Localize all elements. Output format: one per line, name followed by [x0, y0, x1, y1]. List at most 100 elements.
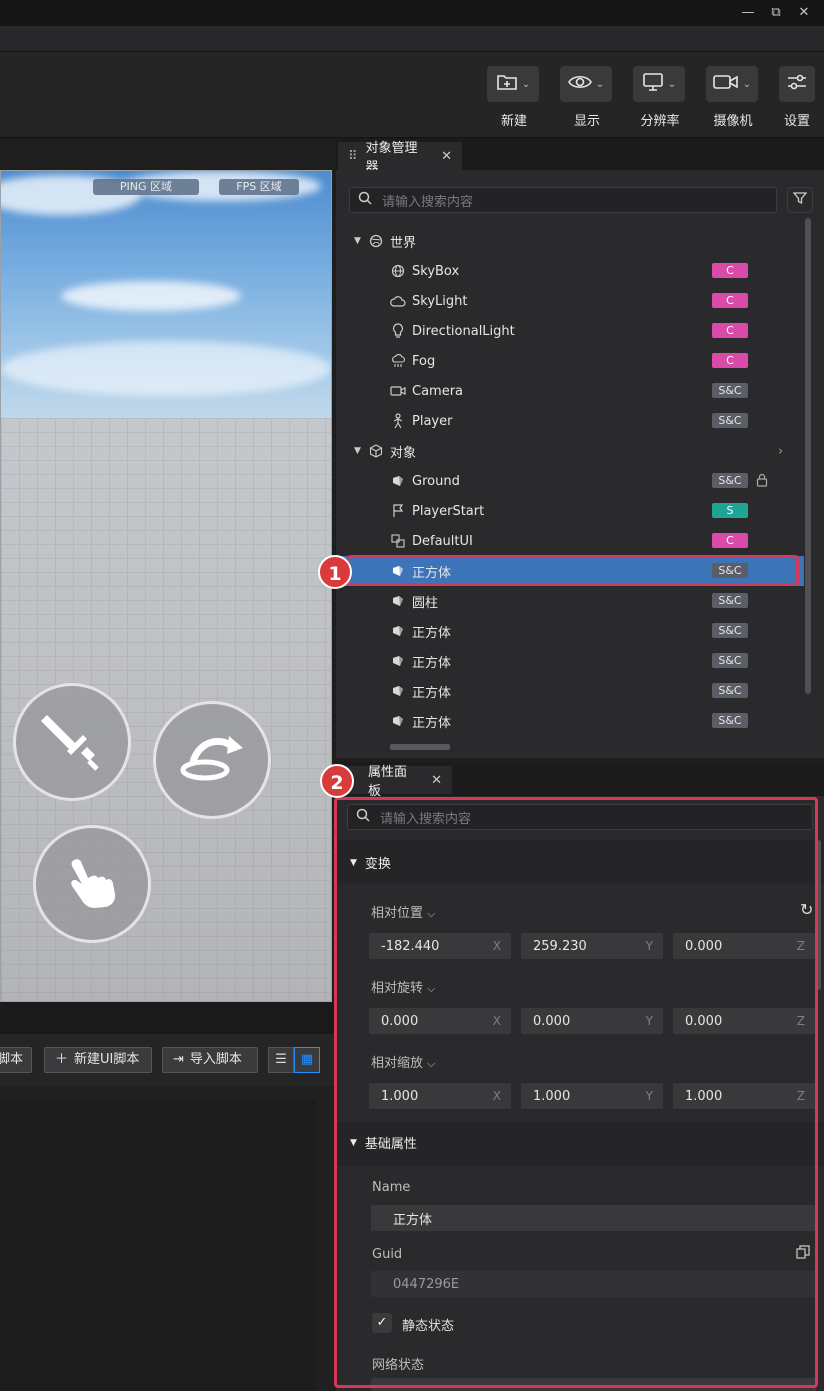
new-button[interactable]: ⌄ 新建 [487, 66, 541, 129]
tree-item-cube[interactable]: 正方体 S&C [336, 706, 804, 736]
tree-item-directionallight[interactable]: DirectionalLight C [336, 316, 804, 346]
item-label: 正方体 [412, 655, 452, 671]
camera-label: 摄像机 [713, 114, 753, 129]
tab-title: 属性面板 [368, 765, 408, 799]
item-label: 正方体 [412, 685, 452, 701]
tree-item-cube[interactable]: 正方体 S&C [336, 616, 804, 646]
replication-badge: C [712, 323, 748, 338]
chevron-right-icon[interactable]: › [778, 444, 783, 459]
fog-icon [390, 353, 406, 369]
item-label: DefaultUI [412, 533, 473, 549]
objects-group-label: 对象 [390, 445, 417, 461]
item-label: 圆柱 [412, 595, 439, 611]
tree-item-ground[interactable]: Ground S&C [336, 466, 804, 496]
expand-triangle-icon[interactable]: ▼ [354, 446, 368, 456]
camera-button[interactable]: ⌄ 摄像机 [706, 66, 760, 129]
settings-button[interactable]: 设置 [779, 66, 815, 129]
chevron-down-icon: ⌄ [667, 78, 677, 90]
item-label: Fog [412, 353, 436, 369]
replication-badge: S&C [712, 413, 748, 428]
import-script-button[interactable]: ⇥ 导入脚本 [162, 1047, 258, 1073]
object-search-field[interactable]: 请输入搜索内容 [349, 187, 777, 213]
lock-icon[interactable] [756, 473, 768, 491]
bulb-icon [390, 323, 406, 339]
tree-item-player[interactable]: Player S&C [336, 406, 804, 436]
close-icon[interactable]: ✕ [441, 149, 452, 164]
item-label: Camera [412, 383, 464, 399]
person-icon [390, 413, 406, 429]
script-list [0, 1100, 316, 1391]
tree-group-world[interactable]: ▼ 世界 [336, 226, 804, 256]
replication-badge: S&C [712, 473, 748, 488]
grid-view-icon[interactable]: ▦ [294, 1047, 320, 1073]
toolbar [0, 52, 824, 138]
tree-item-defaultui[interactable]: DefaultUI C [336, 526, 804, 556]
jump-button[interactable] [153, 701, 271, 819]
object-list-scrollbar[interactable] [805, 218, 811, 694]
annotation-marker-2: 2 [320, 764, 354, 798]
display-button[interactable]: ⌄ 显示 [560, 66, 614, 129]
chevron-down-icon: ⌄ [595, 78, 605, 90]
replication-badge: S [712, 503, 748, 518]
tree-item-camera[interactable]: Camera S&C [336, 376, 804, 406]
tree-item-playerstart[interactable]: PlayerStart S [336, 496, 804, 526]
object-manager-tabbar: ⠿ 对象管理器 ✕ [336, 138, 824, 175]
expand-triangle-icon[interactable]: ▼ [354, 236, 368, 246]
chevron-down-icon: ⌄ [742, 78, 752, 90]
fps-area: FPS 区域 [219, 179, 299, 195]
tab-property-panel[interactable]: 属性面板 ✕ [340, 765, 452, 799]
world-icon [368, 233, 384, 249]
tree-item-skybox[interactable]: SkyBox C [336, 256, 804, 286]
world-group-label: 世界 [390, 235, 417, 251]
jump-arrow-icon [175, 728, 249, 792]
mesh-icon [390, 653, 406, 669]
drag-handle-icon[interactable]: ⠿ [348, 149, 358, 164]
filter-button[interactable] [787, 187, 813, 213]
tree-item-cube[interactable]: 正方体 S&C [336, 676, 804, 706]
annotation-marker-1: 1 [318, 555, 352, 589]
resolution-label: 分辨率 [640, 114, 680, 129]
minimize-button[interactable]: — [738, 4, 758, 22]
new-ui-script-button[interactable]: ＋ 新建UI脚本 [44, 1047, 152, 1073]
replication-badge: C [712, 293, 748, 308]
tab-object-manager[interactable]: ⠿ 对象管理器 ✕ [338, 141, 462, 175]
ping-area: PING 区域 [93, 179, 199, 195]
chevron-down-icon: ⌄ [521, 78, 531, 90]
item-label: PlayerStart [412, 503, 485, 519]
property-panel-tabbar: 属性面板 ✕ [336, 762, 824, 799]
cloud [61, 281, 241, 311]
camera-icon [712, 73, 739, 95]
script-area [0, 1086, 334, 1391]
tree-group-objects[interactable]: ▼ 对象 › [336, 436, 804, 466]
display-label: 显示 [573, 114, 600, 129]
replication-badge: S&C [712, 593, 748, 608]
script-button[interactable]: 脚本 [0, 1047, 32, 1073]
item-label: Ground [412, 473, 460, 489]
new-folder-icon [496, 72, 518, 96]
resolution-button[interactable]: ⌄ 分辨率 [633, 66, 687, 129]
item-label: DirectionalLight [412, 323, 515, 339]
globe-icon [390, 263, 406, 279]
close-button[interactable]: ✕ [794, 4, 814, 22]
replication-badge: S&C [712, 653, 748, 668]
replication-badge: S&C [712, 713, 748, 728]
item-label: Player [412, 413, 453, 429]
item-label: SkyBox [412, 263, 460, 279]
tree-item-cube[interactable]: 正方体 S&C [336, 646, 804, 676]
attack-button[interactable] [13, 683, 131, 801]
list-view-icon[interactable]: ☰ [268, 1047, 294, 1073]
import-script-label: 导入脚本 [189, 1052, 242, 1067]
restore-button[interactable]: ⧉ [766, 4, 786, 22]
mesh-icon [390, 623, 406, 639]
tree-item-cylinder[interactable]: 圆柱 S&C [336, 586, 804, 616]
mesh-icon [390, 713, 406, 729]
search-input[interactable]: 请输入搜索内容 [382, 191, 473, 210]
interact-button[interactable] [33, 825, 151, 943]
ui-icon [390, 533, 406, 549]
tree-item-fog[interactable]: Fog C [336, 346, 804, 376]
close-icon[interactable]: ✕ [431, 773, 442, 788]
tree-item-skylight[interactable]: SkyLight C [336, 286, 804, 316]
scene-viewport[interactable]: PING 区域 FPS 区域 [0, 170, 332, 1002]
title-bar [0, 0, 824, 26]
new-label: 新建 [500, 114, 527, 129]
